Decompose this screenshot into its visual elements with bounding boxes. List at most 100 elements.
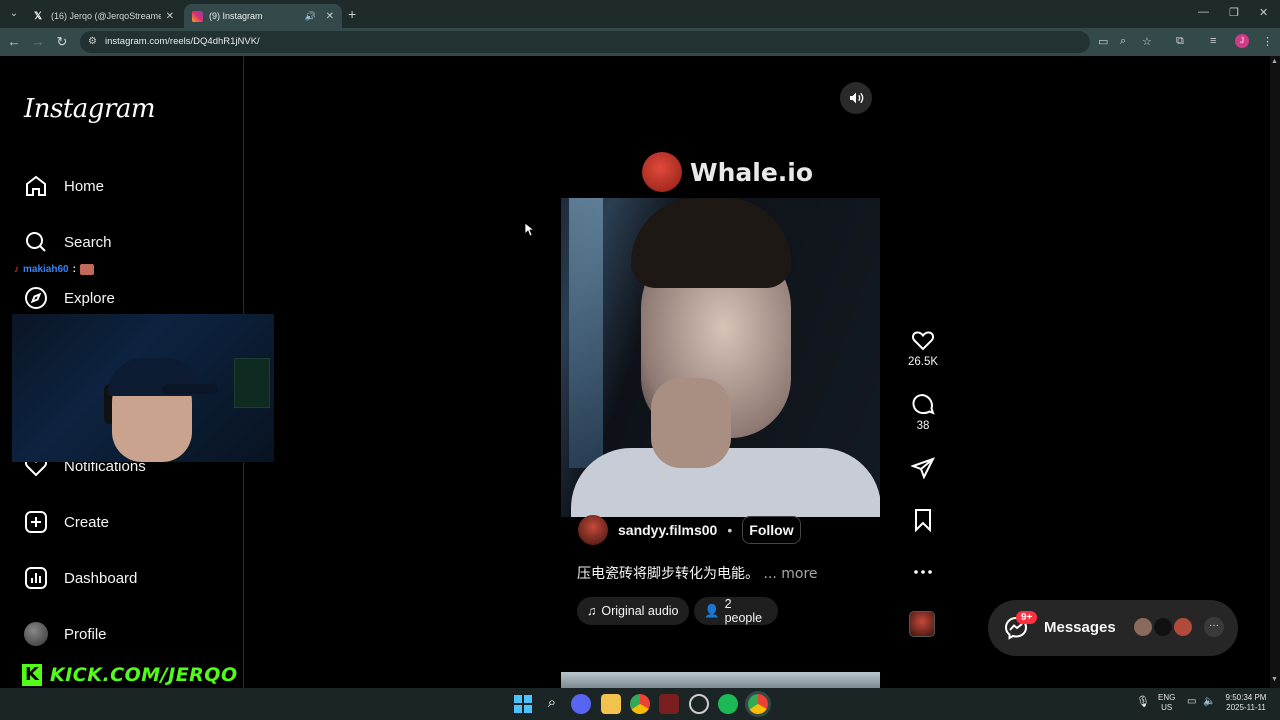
tagged-people-button[interactable]: 👤 2 people	[694, 597, 778, 625]
video-window-light	[569, 198, 603, 468]
home-icon	[24, 174, 48, 198]
webcam-background-window	[234, 358, 270, 408]
close-tab-icon[interactable]: ✕	[166, 11, 174, 22]
chat-emote	[79, 264, 94, 275]
media-control-icon[interactable]: ≡	[1210, 35, 1216, 47]
kick-badge-icon: ♪	[14, 264, 19, 275]
bookmark-star-icon[interactable]: ☆	[1142, 35, 1152, 48]
sound-toggle-button[interactable]	[840, 82, 872, 114]
restore-icon[interactable]: ❐	[1229, 6, 1239, 19]
chat-separator: :	[72, 264, 76, 275]
discord-icon[interactable]	[571, 694, 591, 714]
chat-username: makiah60	[23, 264, 69, 275]
sidebar-item-home[interactable]: Home	[24, 174, 104, 198]
browser-tab-bar: ⌄ 𝕏 (16) Jerqo (@JerqoStreamer) / X ✕ (9…	[0, 0, 1280, 28]
stream-chat-message: ♪ makiah60 :	[14, 264, 94, 275]
video-shirt	[571, 448, 880, 517]
language-code: ENG	[1158, 693, 1176, 702]
spotify-icon[interactable]	[718, 694, 738, 714]
compass-icon	[24, 286, 48, 310]
chrome-icon[interactable]	[630, 694, 650, 714]
instagram-logo[interactable]: Instagram	[24, 94, 156, 124]
chrome-active-icon[interactable]	[748, 694, 768, 714]
reel-author: sandyy.films00 • Follow	[578, 515, 801, 545]
browser-profile-avatar[interactable]: J	[1235, 34, 1249, 48]
comment-count: 38	[916, 420, 930, 432]
close-window-icon[interactable]: ✕	[1259, 6, 1268, 19]
zoom-icon[interactable]: ⌕	[1120, 35, 1126, 48]
browser-tab-x[interactable]: 𝕏 (16) Jerqo (@JerqoStreamer) / X ✕	[26, 4, 182, 28]
share-button[interactable]	[902, 456, 944, 484]
video-hair	[631, 198, 791, 288]
webcam-cap-brim	[162, 384, 218, 394]
messages-button[interactable]: 9+ Messages ···	[988, 600, 1238, 656]
sidebar-item-label: Home	[64, 177, 105, 195]
microphone-icon[interactable]: 🎙	[1136, 697, 1150, 708]
language-indicator[interactable]: ENG US	[1158, 693, 1175, 713]
heart-icon	[912, 331, 934, 351]
cast-icon[interactable]: ▭	[1098, 35, 1108, 48]
x-logo-icon: 𝕏	[34, 10, 43, 22]
volume-icon[interactable]: 🔈	[1203, 697, 1215, 707]
instagram-page: Instagram Home Search Explore Notificati…	[0, 56, 1270, 688]
windows-start-icon[interactable]	[513, 694, 533, 714]
address-bar[interactable]: ⚙ instagram.com/reels/DQ4dhR1jNVK/	[80, 31, 1090, 53]
reel-caption: 压电瓷砖将脚步转化为电能。 ... more	[577, 563, 818, 583]
caption-more-link[interactable]: ... more	[763, 566, 817, 582]
minimize-icon[interactable]: —	[1198, 6, 1209, 18]
original-audio-button[interactable]: ♫ Original audio	[577, 597, 689, 625]
kick-watermark: K KICK.COM/JERQO	[22, 664, 238, 686]
browser-tab-instagram[interactable]: (9) Instagram 🔊 ✕	[184, 4, 342, 28]
instagram-icon	[192, 10, 203, 22]
save-button[interactable]	[902, 508, 944, 536]
new-tab-button[interactable]: +	[348, 6, 356, 22]
person-icon: 👤	[704, 603, 720, 618]
clock-time: 9:50:34 PM	[1225, 693, 1267, 702]
site-info-icon[interactable]: ⚙	[88, 36, 100, 48]
avatar	[1152, 616, 1174, 638]
file-explorer-icon[interactable]	[601, 694, 621, 714]
clock[interactable]: 9:50:34 PM 2025-11-11	[1224, 693, 1268, 713]
separator-dot: •	[727, 522, 733, 538]
sidebar-item-explore[interactable]: Explore	[24, 286, 115, 310]
sidebar-item-label: Explore	[64, 289, 115, 307]
extensions-icon[interactable]: ⧉	[1176, 35, 1184, 48]
back-icon[interactable]: ←	[6, 34, 22, 49]
whale-mascot-icon	[642, 152, 682, 192]
author-username[interactable]: sandyy.films00	[618, 522, 717, 538]
music-note-icon: ♫	[587, 604, 597, 618]
avatar	[1172, 616, 1194, 638]
page-scrollbar[interactable]: ▲ ▼	[1270, 56, 1280, 688]
profile-avatar	[24, 622, 48, 646]
tab-title: (16) Jerqo (@JerqoStreamer) / X	[51, 11, 161, 21]
obs-icon[interactable]	[689, 694, 709, 714]
sponsor-text: Whale.io	[690, 157, 814, 187]
more-options-button[interactable]	[902, 560, 944, 588]
like-button[interactable]: 26.5K	[902, 328, 944, 368]
scroll-down-icon[interactable]: ▼	[1271, 676, 1278, 683]
sidebar-item-profile[interactable]: Profile	[24, 622, 107, 646]
author-avatar[interactable]	[578, 515, 608, 545]
sidebar-item-create[interactable]: Create	[24, 510, 109, 534]
reel-video[interactable]	[561, 198, 880, 517]
sidebar-item-label: Dashboard	[64, 569, 138, 587]
url-text[interactable]: instagram.com/reels/DQ4dhR1jNVK/	[105, 36, 260, 47]
follow-button[interactable]: Follow	[742, 516, 801, 544]
next-reel-preview[interactable]	[561, 672, 880, 688]
browser-menu-icon[interactable]: ⋮	[1262, 35, 1273, 48]
close-tab-icon[interactable]: ✕	[326, 11, 334, 22]
obs-tile-icon[interactable]	[659, 694, 679, 714]
reload-icon[interactable]: ↻	[54, 34, 70, 50]
like-count: 26.5K	[907, 356, 939, 368]
audio-thumbnail[interactable]	[909, 611, 935, 637]
comment-button[interactable]: 38	[902, 392, 944, 432]
speaker-icon[interactable]: 🔊	[305, 11, 316, 22]
sidebar-item-search[interactable]: Search	[24, 230, 112, 254]
kick-url: KICK.COM/JERQO	[50, 664, 238, 686]
forward-icon[interactable]: →	[30, 34, 46, 49]
sidebar-item-dashboard[interactable]: Dashboard	[24, 566, 137, 590]
scroll-up-icon[interactable]: ▲	[1271, 58, 1278, 65]
tab-search-icon[interactable]: ⌄	[6, 6, 22, 22]
network-icon[interactable]: ▭	[1187, 697, 1196, 707]
taskbar-search-icon[interactable]: ⌕	[542, 694, 562, 714]
